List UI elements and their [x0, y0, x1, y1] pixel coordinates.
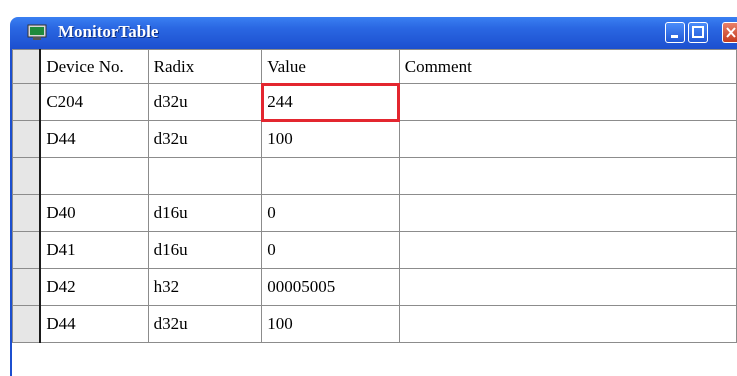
table-header-row: Device No. Radix Value Comment	[12, 49, 737, 84]
window-title: MonitorTable	[58, 22, 159, 41]
value-cell[interactable]: 100	[261, 305, 400, 343]
table-row[interactable]: C204 d32u 244	[12, 82, 737, 122]
table-row[interactable]: D41 d16u 0	[12, 231, 737, 269]
radix-cell[interactable]: d32u	[147, 305, 263, 343]
radix-cell[interactable]: d32u	[147, 120, 263, 158]
row-header[interactable]	[12, 83, 42, 121]
radix-cell[interactable]: d32u	[147, 83, 263, 121]
column-header-device[interactable]: Device No.	[39, 49, 149, 84]
monitor-icon	[27, 24, 47, 41]
close-button[interactable]	[722, 22, 737, 43]
comment-cell[interactable]	[398, 83, 737, 121]
row-header[interactable]	[12, 231, 42, 269]
value-cell[interactable]: 100	[261, 120, 400, 158]
table-row[interactable]: D44 d32u 100	[12, 305, 737, 343]
monitor-table: Device No. Radix Value Comment C204 d32u…	[12, 49, 737, 343]
table-row[interactable]: D40 d16u 0	[12, 194, 737, 232]
comment-cell[interactable]	[398, 305, 737, 343]
maximize-button[interactable]	[688, 22, 708, 43]
device-cell[interactable]: D42	[39, 268, 149, 306]
device-cell[interactable]: D41	[39, 231, 149, 269]
comment-cell[interactable]	[398, 268, 737, 306]
row-header[interactable]	[12, 194, 42, 232]
device-cell[interactable]: D40	[39, 194, 149, 232]
device-cell[interactable]: C204	[39, 83, 149, 121]
value-cell[interactable]	[261, 157, 400, 195]
table-row[interactable]: D42 h32 00005005	[12, 268, 737, 306]
row-header[interactable]	[12, 305, 42, 343]
column-header-radix[interactable]: Radix	[147, 49, 263, 84]
radix-cell[interactable]: d16u	[147, 231, 263, 269]
column-header-comment[interactable]: Comment	[398, 49, 737, 84]
radix-cell[interactable]: h32	[147, 268, 263, 306]
value-cell[interactable]: 00005005	[261, 268, 400, 306]
comment-cell[interactable]	[398, 157, 737, 195]
device-cell[interactable]: D44	[39, 120, 149, 158]
value-cell[interactable]: 0	[261, 194, 400, 232]
radix-cell[interactable]	[147, 157, 263, 195]
title-bar[interactable]: MonitorTable	[10, 17, 737, 49]
value-cell[interactable]: 0	[261, 231, 400, 269]
monitor-table-window: MonitorTable Device No. Radix Value Comm…	[0, 0, 737, 376]
radix-cell[interactable]: d16u	[147, 194, 263, 232]
row-header[interactable]	[12, 157, 42, 195]
comment-cell[interactable]	[398, 194, 737, 232]
corner-header	[12, 49, 42, 84]
minimize-button[interactable]	[665, 22, 685, 43]
comment-cell[interactable]	[398, 120, 737, 158]
comment-cell[interactable]	[398, 231, 737, 269]
device-cell[interactable]: D44	[39, 305, 149, 343]
device-cell[interactable]	[39, 157, 149, 195]
table-row[interactable]	[12, 157, 737, 195]
row-header[interactable]	[12, 268, 42, 306]
column-header-value[interactable]: Value	[261, 49, 400, 84]
value-cell-highlighted[interactable]: 244	[260, 82, 401, 122]
table-row[interactable]: D44 d32u 100	[12, 120, 737, 158]
row-header[interactable]	[12, 120, 42, 158]
